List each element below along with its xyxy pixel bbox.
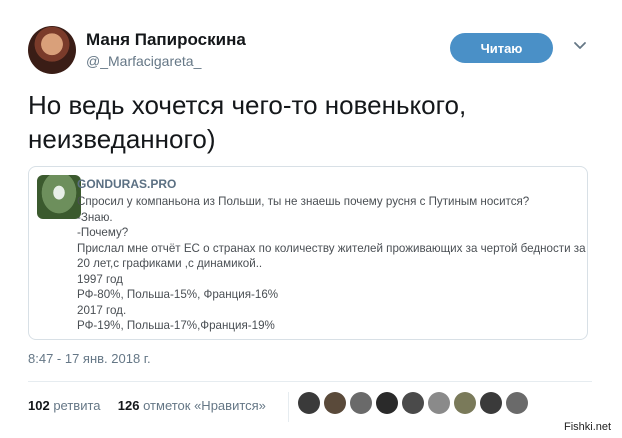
quote-line: 1997 год (77, 272, 123, 286)
quote-line: РФ-19%, Польша-17%,Франция-19% (77, 319, 275, 332)
liker-avatar[interactable] (402, 392, 424, 414)
quote-line: Спросил у компаньона из Польши, ты не зн… (77, 195, 530, 208)
author-handle[interactable]: @_Marfacigareta_ (86, 53, 201, 69)
follow-button[interactable]: Читаю (450, 33, 553, 63)
quote-source: GONDURAS.PRO (77, 177, 177, 191)
divider (28, 381, 592, 382)
likes-label[interactable]: отметок «Нравится» (143, 398, 266, 413)
likers-avatars (298, 392, 528, 414)
quote-line: РФ-80%, Польша-15%, Франция-16% (77, 288, 279, 301)
liker-avatar[interactable] (480, 392, 502, 414)
tweet-text: Но ведь хочется чего-то новенького, неиз… (28, 88, 588, 156)
tweet-text-line: неизведанного) (28, 124, 216, 154)
quote-line: -Знаю. (77, 210, 113, 224)
liker-avatar[interactable] (454, 392, 476, 414)
quote-line: 2017 год. (77, 303, 127, 317)
liker-avatar[interactable] (298, 392, 320, 414)
quote-avatar (37, 175, 81, 219)
liker-avatar[interactable] (376, 392, 398, 414)
divider (288, 392, 289, 422)
liker-avatar[interactable] (324, 392, 346, 414)
tweet-timestamp[interactable]: 8:47 - 17 янв. 2018 г. (28, 351, 151, 366)
author-name[interactable]: Маня Папироскина (86, 30, 246, 50)
tweet-text-line: Но ведь хочется чего-то новенького, (28, 90, 467, 120)
author-avatar[interactable] (28, 26, 76, 74)
quote-line: Прислал мне отчёт ЕС о странах по количе… (77, 241, 586, 255)
likes-count[interactable]: 126 (118, 398, 140, 413)
quote-body: Спросил у компаньона из Польши, ты не зн… (77, 194, 586, 334)
liker-avatar[interactable] (350, 392, 372, 414)
quote-line: 20 лет,с графиками ,с динамикой.. (77, 257, 263, 270)
chevron-down-icon[interactable] (570, 36, 590, 56)
watermark: Fishki.net (562, 421, 614, 433)
quote-line: -Почему? (77, 226, 129, 239)
liker-avatar[interactable] (428, 392, 450, 414)
retweets-count[interactable]: 102 (28, 398, 50, 413)
liker-avatar[interactable] (506, 392, 528, 414)
tweet-stats: 102 ретвита 126 отметок «Нравится» (28, 398, 266, 413)
retweets-label[interactable]: ретвита (53, 398, 100, 413)
quoted-tweet[interactable]: GONDURAS.PRO Спросил у компаньона из Пол… (28, 166, 588, 340)
